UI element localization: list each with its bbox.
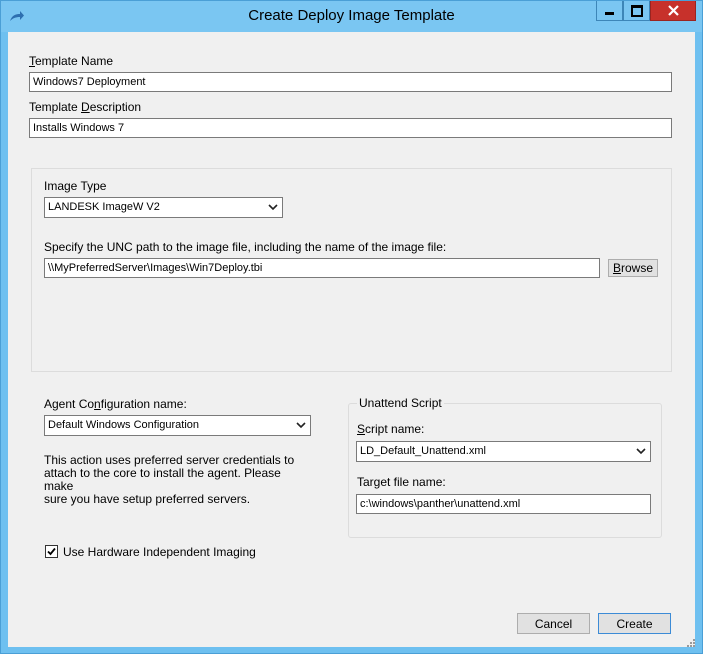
minimize-button[interactable] xyxy=(596,1,623,21)
template-description-input[interactable]: Installs Windows 7 xyxy=(29,118,672,138)
agent-config-label: Agent Configuration name: xyxy=(44,397,187,411)
template-description-label: Template Description xyxy=(29,100,142,114)
title-bar[interactable]: Create Deploy Image Template xyxy=(1,1,702,32)
unc-path-label: Specify the UNC path to the image file, … xyxy=(44,240,447,254)
dialog-client-area: Template Name Windows7 Deployment Templa… xyxy=(8,32,695,647)
maximize-icon xyxy=(630,4,643,17)
hii-checkbox-label[interactable]: Use Hardware Independent Imaging xyxy=(63,545,256,559)
script-name-select[interactable]: LD_Default_Unattend.xml xyxy=(356,441,651,462)
target-file-input[interactable]: c:\windows\panther\unattend.xml xyxy=(356,494,651,514)
image-type-value: LANDESK ImageW V2 xyxy=(48,201,160,213)
unattend-script-group-title: Unattend Script xyxy=(357,396,444,410)
create-button[interactable]: Create xyxy=(598,613,671,634)
agent-config-select[interactable]: Default Windows Configuration xyxy=(44,415,311,436)
cancel-button[interactable]: Cancel xyxy=(517,613,590,634)
agent-config-info-text: This action uses preferred server creden… xyxy=(44,453,295,506)
dialog-window: Create Deploy Image Template Template Na… xyxy=(0,0,703,654)
chevron-down-icon xyxy=(268,204,278,211)
template-name-input[interactable]: Windows7 Deployment xyxy=(29,72,672,92)
target-file-label: Target file name: xyxy=(357,475,446,489)
hii-checkbox[interactable] xyxy=(45,545,58,558)
template-name-label: Template Name xyxy=(29,54,114,68)
image-type-label: Image Type xyxy=(44,179,107,193)
close-icon xyxy=(667,5,679,16)
chevron-down-icon xyxy=(296,422,306,429)
checkmark-icon xyxy=(47,547,56,556)
unc-path-input[interactable]: \\MyPreferredServer\Images\Win7Deploy.tb… xyxy=(44,258,600,278)
resize-grip-icon[interactable] xyxy=(685,637,695,647)
close-button[interactable] xyxy=(650,1,696,21)
minimize-icon xyxy=(605,12,614,15)
agent-config-value: Default Windows Configuration xyxy=(48,419,200,431)
script-name-value: LD_Default_Unattend.xml xyxy=(360,445,486,457)
image-type-select[interactable]: LANDESK ImageW V2 xyxy=(44,197,283,218)
chevron-down-icon xyxy=(636,448,646,455)
script-name-label: Script name: xyxy=(357,422,425,436)
maximize-button[interactable] xyxy=(623,1,650,21)
browse-button[interactable]: Browse xyxy=(608,259,658,277)
